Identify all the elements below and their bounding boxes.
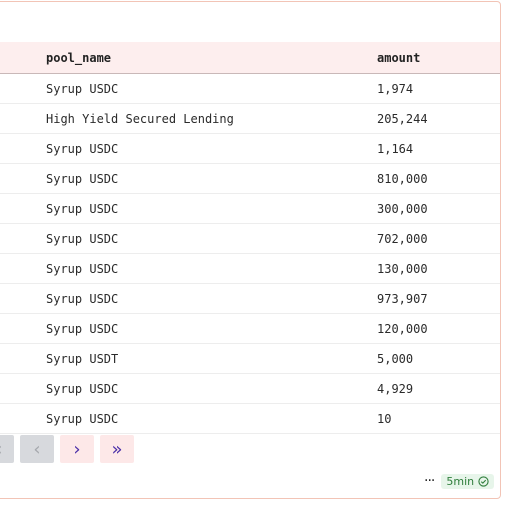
refresh-interval-label: 5min [446, 474, 475, 488]
pool-name-cell: Syrup USDC [46, 231, 119, 246]
amount-cell: 205,244 [377, 111, 428, 126]
amount-cell: 810,000 [377, 171, 428, 186]
amount-cell: 120,000 [377, 321, 428, 336]
double-chevron-right-icon: » [111, 438, 123, 460]
next-page-button[interactable]: › [60, 435, 94, 463]
results-table: pool_name amount Syrup USDC 1,974 High Yie… [0, 42, 500, 434]
pagination: « ‹ › » [0, 435, 134, 463]
query-result-panel: pool_name amount Syrup USDC 1,974 High Yie… [0, 1, 501, 499]
amount-cell: 4,929 [377, 381, 414, 396]
pool-name-cell: Syrup USDC [46, 201, 119, 216]
table-row[interactable]: Syrup USDC 1,164 [0, 134, 500, 164]
table-row[interactable]: Syrup USDC 10 [0, 404, 500, 434]
table-row[interactable]: Syrup USDT 5,000 [0, 344, 500, 374]
amount-cell: 1,974 [377, 81, 414, 96]
previous-page-button[interactable]: ‹ [20, 435, 54, 463]
table-row[interactable]: Syrup USDC 120,000 [0, 314, 500, 344]
amount-cell: 702,000 [377, 231, 428, 246]
pool-name-cell: Syrup USDC [46, 321, 119, 336]
pool-name-cell: Syrup USDC [46, 81, 119, 96]
pool-name-cell: Syrup USDC [46, 261, 119, 276]
first-page-button[interactable]: « [0, 435, 14, 463]
pool-name-cell: Syrup USDC [46, 171, 119, 186]
chevron-right-icon: › [73, 438, 81, 460]
pool-name-cell: Syrup USDC [46, 291, 119, 306]
pool-name-cell: High Yield Secured Lending [46, 111, 234, 126]
result-footer: ··· 5min [424, 473, 495, 489]
table-row[interactable]: Syrup USDC 810,000 [0, 164, 500, 194]
table-row[interactable]: Syrup USDC 130,000 [0, 254, 500, 284]
amount-cell: 130,000 [377, 261, 428, 276]
pool-name-cell: Syrup USDT [46, 351, 119, 366]
pool-name-cell: Syrup USDC [46, 411, 119, 426]
column-header-amount[interactable]: amount [377, 42, 420, 73]
amount-cell: 300,000 [377, 201, 428, 216]
pool-name-cell: Syrup USDC [46, 381, 119, 396]
table-header: pool_name amount [0, 42, 500, 74]
last-page-button[interactable]: » [100, 435, 134, 463]
table-row[interactable]: Syrup USDC 1,974 [0, 74, 500, 104]
amount-cell: 10 [377, 411, 392, 426]
table-row[interactable]: High Yield Secured Lending 205,244 [0, 104, 500, 134]
chevron-left-icon: ‹ [33, 438, 41, 460]
amount-cell: 5,000 [377, 351, 414, 366]
more-options-button[interactable]: ··· [424, 473, 435, 489]
table-body: Syrup USDC 1,974 High Yield Secured Lendin… [0, 74, 500, 434]
refresh-interval-badge[interactable]: 5min [441, 473, 495, 489]
double-chevron-left-icon: « [0, 439, 3, 460]
table-row[interactable]: Syrup USDC 973,907 [0, 284, 500, 314]
amount-cell: 1,164 [377, 141, 414, 156]
table-row[interactable]: Syrup USDC 4,929 [0, 374, 500, 404]
table-row[interactable]: Syrup USDC 300,000 [0, 194, 500, 224]
check-circle-icon [478, 475, 489, 487]
column-header-pool-name[interactable]: pool_name [46, 42, 111, 73]
pool-name-cell: Syrup USDC [46, 141, 119, 156]
table-row[interactable]: Syrup USDC 702,000 [0, 224, 500, 254]
amount-cell: 973,907 [377, 291, 428, 306]
